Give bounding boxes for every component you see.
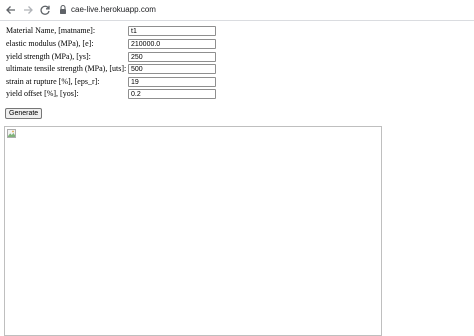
matname-label: Material Name, [matname]: — [6, 26, 96, 35]
yield-offset-input[interactable] — [128, 89, 216, 99]
strain-rupture-input[interactable] — [128, 77, 216, 87]
back-button[interactable] — [4, 3, 18, 17]
elastic-modulus-input[interactable] — [128, 39, 216, 49]
broken-image-icon — [7, 129, 16, 138]
lock-icon[interactable] — [59, 4, 67, 15]
strain-rupture-label: strain at rupture [%], [eps_r]: — [6, 77, 100, 86]
uts-label: ultimate tensile strength (MPa), [uts]: — [6, 64, 127, 73]
generate-button[interactable]: Generate — [5, 108, 43, 119]
elastic-modulus-label: elastic modulus (MPa), [e]: — [6, 39, 94, 48]
reload-icon — [40, 5, 50, 15]
arrow-right-icon — [24, 6, 33, 14]
matname-input[interactable] — [128, 26, 216, 36]
uts-input[interactable] — [128, 64, 216, 74]
yield-strength-label: yield strength (MPa), [ys]: — [6, 52, 91, 61]
browser-toolbar: cae-live.herokuapp.com — [0, 0, 474, 21]
address-bar-url[interactable]: cae-live.herokuapp.com — [71, 4, 156, 16]
forward-button[interactable] — [21, 3, 35, 17]
yield-offset-label: yield offset [%], [yos]: — [6, 89, 79, 98]
result-image — [4, 126, 382, 336]
reload-button[interactable] — [38, 3, 52, 17]
yield-strength-input[interactable] — [128, 52, 216, 62]
arrow-left-icon — [6, 6, 15, 14]
